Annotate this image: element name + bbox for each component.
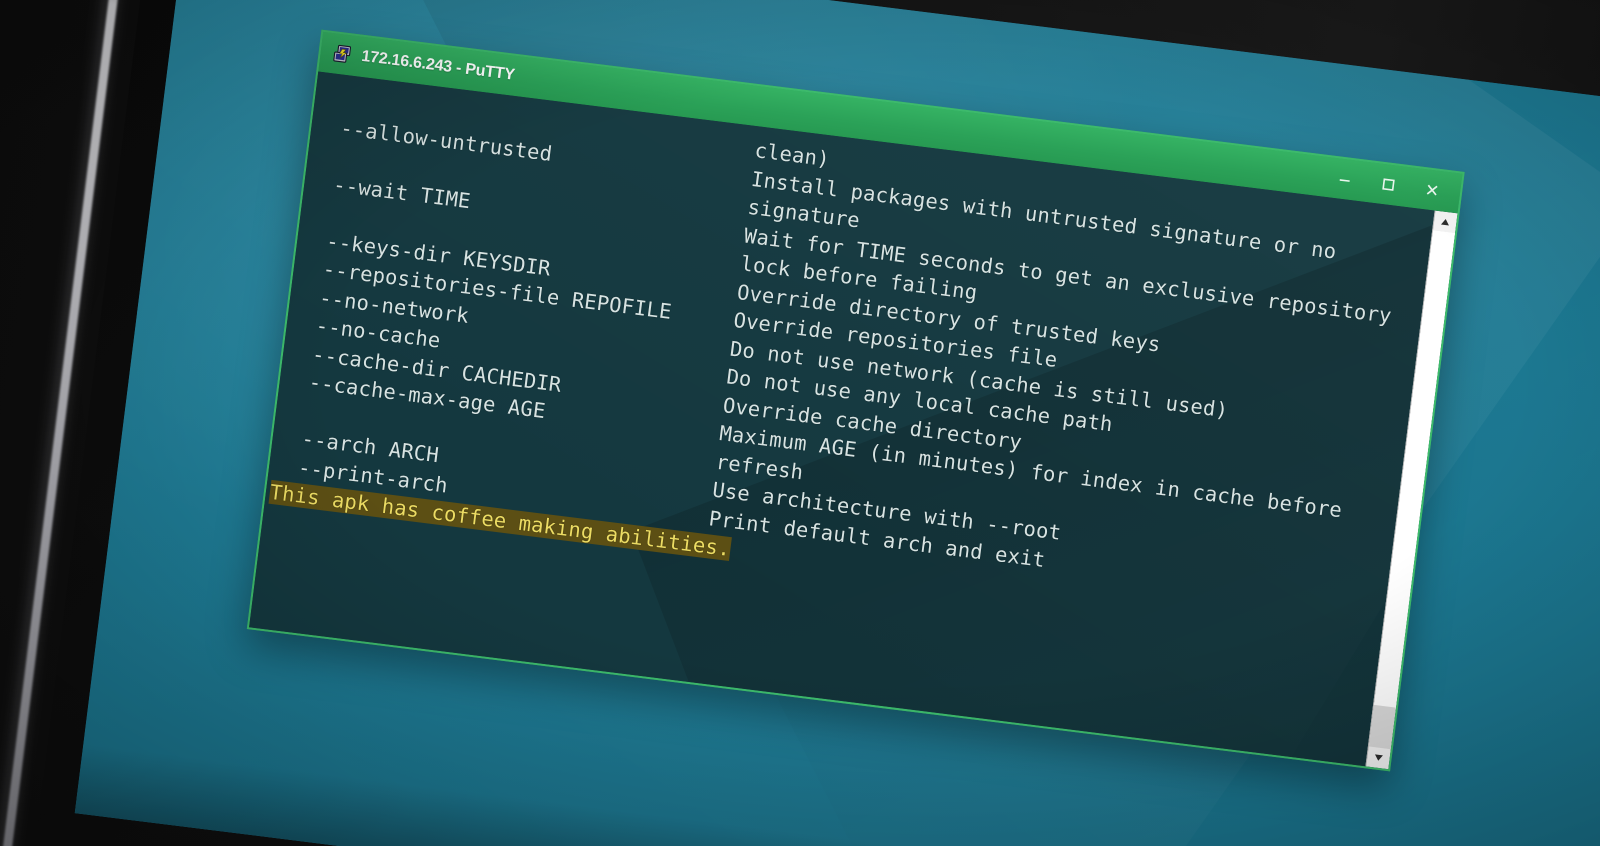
putty-icon — [329, 42, 354, 67]
scroll-down-arrow[interactable] — [1366, 746, 1391, 770]
maximize-button[interactable] — [1364, 162, 1413, 207]
minimize-button[interactable] — [1321, 157, 1370, 202]
scroll-up-arrow[interactable] — [1433, 210, 1458, 234]
scrollbar-track-remainder[interactable] — [1368, 705, 1396, 750]
laptop-screen: 172.16.6.243 - PuTTY clean) --allow-untr… — [74, 0, 1600, 846]
close-button[interactable] — [1408, 168, 1457, 213]
screenshot-root: 172.16.6.243 - PuTTY clean) --allow-untr… — [0, 0, 1600, 846]
